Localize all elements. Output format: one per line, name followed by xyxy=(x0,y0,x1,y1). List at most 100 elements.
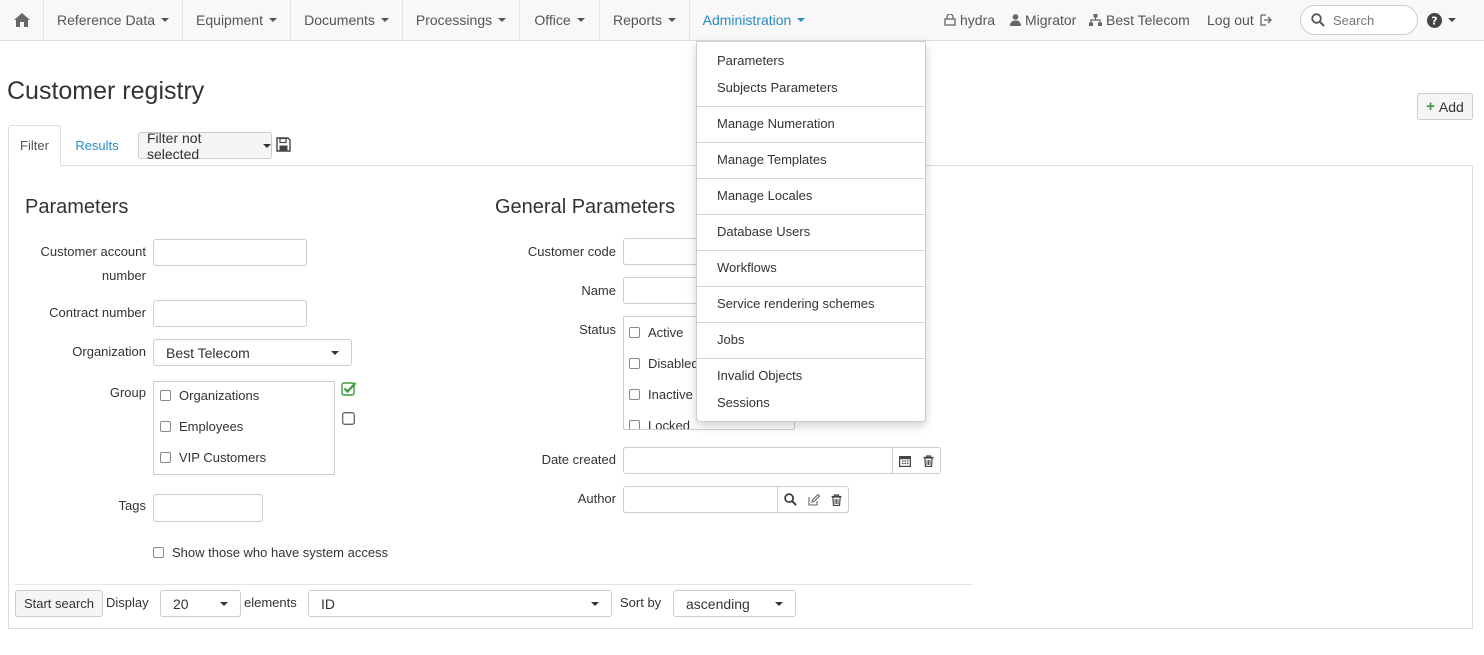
organization-select[interactable]: Best Telecom xyxy=(153,339,352,366)
nav-reports[interactable]: Reports xyxy=(600,0,690,40)
start-search-button[interactable]: Start search xyxy=(15,590,103,617)
add-label: Add xyxy=(1438,98,1464,115)
status-option-active[interactable]: Active xyxy=(629,325,683,340)
caret-down-icon xyxy=(775,602,783,606)
menu-item-jobs[interactable]: Jobs xyxy=(717,332,744,347)
search-box[interactable] xyxy=(1300,5,1418,35)
group-option-label: Organizations xyxy=(179,388,260,403)
menu-item-parameters[interactable]: Parameters xyxy=(717,53,784,68)
contract-number-input[interactable] xyxy=(153,300,307,327)
home-button[interactable] xyxy=(0,0,44,40)
customer-account-label-line1: Customer account xyxy=(40,244,147,259)
checkbox[interactable] xyxy=(160,390,171,401)
customer-code-input[interactable] xyxy=(623,238,703,265)
group-option-organizations[interactable]: Organizations xyxy=(160,388,259,403)
caret-down-icon xyxy=(380,18,389,22)
group-option-employees[interactable]: Employees xyxy=(160,419,243,434)
status-option-disabled[interactable]: Disabled xyxy=(629,356,699,371)
group-option-vip-customers[interactable]: VIP Customers xyxy=(160,450,266,465)
status-option-label: Inactive xyxy=(648,387,693,402)
tags-label: Tags xyxy=(118,498,146,513)
db-indicator[interactable]: hydra xyxy=(944,0,995,40)
checkbox[interactable] xyxy=(160,452,171,463)
home-icon xyxy=(13,13,30,27)
calendar-icon[interactable] xyxy=(899,455,911,467)
select-all-button[interactable] xyxy=(341,381,357,400)
system-access-option[interactable]: Show those who have system access xyxy=(153,545,388,560)
status-label: Status xyxy=(579,322,616,337)
search-icon[interactable] xyxy=(783,493,797,506)
caret-down-icon xyxy=(591,602,599,606)
menu-item-subjects-parameters[interactable]: Subjects Parameters xyxy=(717,80,838,95)
floppy-disk-icon xyxy=(276,137,291,152)
menu-item-workflows[interactable]: Workflows xyxy=(717,260,777,275)
organization-menu[interactable]: Best Telecom xyxy=(1089,0,1190,40)
checkbox[interactable] xyxy=(629,358,640,369)
tab-results[interactable]: Results xyxy=(64,125,130,166)
menu-item-sessions[interactable]: Sessions xyxy=(717,395,770,410)
date-created-actions xyxy=(892,447,941,474)
user-menu[interactable]: Migrator xyxy=(1010,0,1076,40)
checkbox[interactable] xyxy=(629,420,640,429)
sitemap-icon xyxy=(1089,14,1102,26)
author-input[interactable] xyxy=(623,486,778,513)
nav-reference-data[interactable]: Reference Data xyxy=(44,0,183,40)
square-icon xyxy=(342,412,355,425)
page-size-select[interactable]: 20 xyxy=(160,590,241,617)
logout-link[interactable]: Log out xyxy=(1207,0,1276,40)
nav-documents[interactable]: Documents xyxy=(291,0,403,40)
search-icon xyxy=(1311,13,1325,27)
user-icon xyxy=(1010,14,1021,26)
date-created-input[interactable] xyxy=(623,447,893,474)
nav-office[interactable]: Office xyxy=(520,0,600,40)
nav-administration[interactable]: Administration xyxy=(690,0,818,40)
customer-code-label: Customer code xyxy=(527,244,616,259)
saved-filter-dropdown[interactable]: Filter not selected xyxy=(138,129,272,162)
status-option-inactive[interactable]: Inactive xyxy=(629,387,693,402)
customer-account-input[interactable] xyxy=(153,239,307,266)
caret-down-icon xyxy=(263,143,271,148)
sort-field-select[interactable]: ID xyxy=(308,590,612,617)
help-menu[interactable]: ? xyxy=(1427,0,1456,40)
edit-icon[interactable] xyxy=(808,493,820,506)
caret-down-icon xyxy=(576,18,585,22)
nav-processings[interactable]: Processings xyxy=(403,0,520,40)
add-button[interactable]: + Add xyxy=(1417,93,1473,120)
checkbox[interactable] xyxy=(629,327,640,338)
trash-icon[interactable] xyxy=(831,493,842,506)
saved-filter-value: Filter not selected xyxy=(147,129,202,162)
tags-input[interactable] xyxy=(153,494,263,522)
search-input[interactable] xyxy=(1331,11,1411,29)
deselect-all-button[interactable] xyxy=(342,412,355,428)
menu-item-invalid-objects[interactable]: Invalid Objects xyxy=(717,368,802,383)
nav-label: Administration xyxy=(702,12,792,28)
organization-value: Best Telecom xyxy=(166,344,250,361)
group-listbox: Organizations Employees VIP Customers xyxy=(153,381,335,475)
sort-order-value: ascending xyxy=(686,595,750,612)
menu-item-manage-templates[interactable]: Manage Templates xyxy=(717,152,827,167)
sort-order-select[interactable]: ascending xyxy=(673,590,796,617)
caret-down-icon xyxy=(1448,18,1456,22)
system-access-checkbox[interactable] xyxy=(153,547,164,558)
top-navbar: Reference Data Equipment Documents Proce… xyxy=(0,0,1484,41)
group-label: Group xyxy=(109,385,146,400)
save-filter-button[interactable] xyxy=(276,137,291,155)
menu-divider xyxy=(697,214,925,215)
menu-item-manage-numeration[interactable]: Manage Numeration xyxy=(717,116,835,131)
sort-field-value: ID xyxy=(321,595,335,612)
caret-down-icon xyxy=(498,18,507,22)
nav-label: Processings xyxy=(415,12,493,28)
checkbox[interactable] xyxy=(160,421,171,432)
svg-text:?: ? xyxy=(1431,14,1437,27)
status-option-locked[interactable]: Locked xyxy=(629,418,690,429)
tab-filter[interactable]: Filter xyxy=(8,125,61,166)
sort-by-label: Sort by xyxy=(620,595,662,610)
caret-down-icon xyxy=(268,18,277,22)
nav-equipment[interactable]: Equipment xyxy=(183,0,291,40)
menu-item-service-rendering-schemes[interactable]: Service rendering schemes xyxy=(717,296,875,311)
menu-item-database-users[interactable]: Database Users xyxy=(717,224,810,239)
checkbox[interactable] xyxy=(629,389,640,400)
trash-icon[interactable] xyxy=(923,454,934,467)
name-input[interactable] xyxy=(623,277,703,304)
menu-item-manage-locales[interactable]: Manage Locales xyxy=(717,188,812,203)
